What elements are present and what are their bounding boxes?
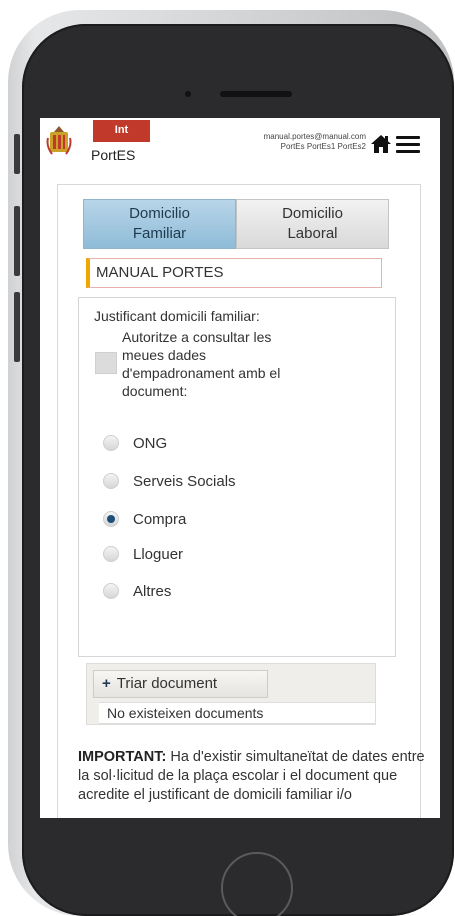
radio-button[interactable]	[103, 546, 119, 562]
phone-speaker	[220, 91, 292, 97]
choose-document-label: Triar document	[116, 675, 218, 692]
phone-volume-down	[14, 292, 20, 362]
choose-document-button[interactable]: + Triar document	[93, 670, 268, 698]
radio-label: Serveis Socials	[133, 472, 236, 490]
empty-documents-message: No existeixen documents	[99, 702, 375, 724]
app-title: PortES	[91, 147, 136, 163]
radio-option-ong[interactable]: ONG	[103, 432, 167, 454]
top-bar: Int PortES manual.portes@manual.com Port…	[40, 118, 440, 180]
upload-area: + Triar document No existeixen documents	[86, 663, 376, 725]
important-label: IMPORTANT:	[78, 749, 167, 765]
environment-badge: Int	[93, 120, 150, 142]
address-tabs: Domicilio Familiar Domicilio Laboral	[83, 199, 389, 249]
consent-checkbox[interactable]	[95, 352, 117, 374]
document-panel: Justificant domicili familiar: Autoritze…	[78, 297, 396, 657]
student-name-field[interactable]: MANUAL PORTES	[86, 258, 382, 288]
menu-icon[interactable]	[396, 136, 420, 154]
user-email: manual.portes@manual.com	[263, 132, 366, 141]
user-names: PortEs PortEs1 PortEs2	[280, 142, 366, 151]
phone-side-button	[14, 134, 20, 174]
radio-button[interactable]	[103, 583, 119, 599]
radio-button-checked[interactable]	[103, 511, 119, 527]
radio-label: Compra	[133, 510, 187, 528]
radio-option-altres[interactable]: Altres	[103, 580, 171, 602]
radio-label: Lloguer	[133, 545, 184, 563]
consent-text: Autoritze a consultar les meues dades d'…	[122, 329, 281, 399]
radio-option-lloguer[interactable]: Lloguer	[103, 543, 183, 565]
phone-volume-up	[14, 206, 20, 276]
radio-button[interactable]	[103, 435, 119, 451]
phone-camera	[185, 91, 191, 97]
radio-option-compra[interactable]: Compra	[103, 508, 186, 530]
radio-option-serveis-socials[interactable]: Serveis Socials	[103, 470, 236, 492]
document-label: Justificant domicili familiar:	[94, 308, 260, 324]
tab-domicilio-familiar[interactable]: Domicilio Familiar	[83, 199, 236, 249]
important-notice: IMPORTANT: Ha d'existir simultaneïtat de…	[78, 748, 428, 805]
radio-label: ONG	[133, 434, 168, 452]
home-icon[interactable]	[370, 134, 392, 154]
city-logo	[46, 126, 72, 155]
app-screen: Int PortES manual.portes@manual.com Port…	[40, 118, 440, 818]
user-info: manual.portes@manual.com PortEs PortEs1 …	[208, 132, 366, 152]
tab-domicilio-laboral[interactable]: Domicilio Laboral	[236, 199, 389, 249]
plus-icon: +	[102, 675, 111, 692]
radio-button[interactable]	[103, 473, 119, 489]
radio-label: Altres	[133, 582, 172, 600]
form-card: Domicilio Familiar Domicilio Laboral MAN…	[57, 184, 421, 818]
phone-home-button[interactable]	[221, 852, 293, 916]
